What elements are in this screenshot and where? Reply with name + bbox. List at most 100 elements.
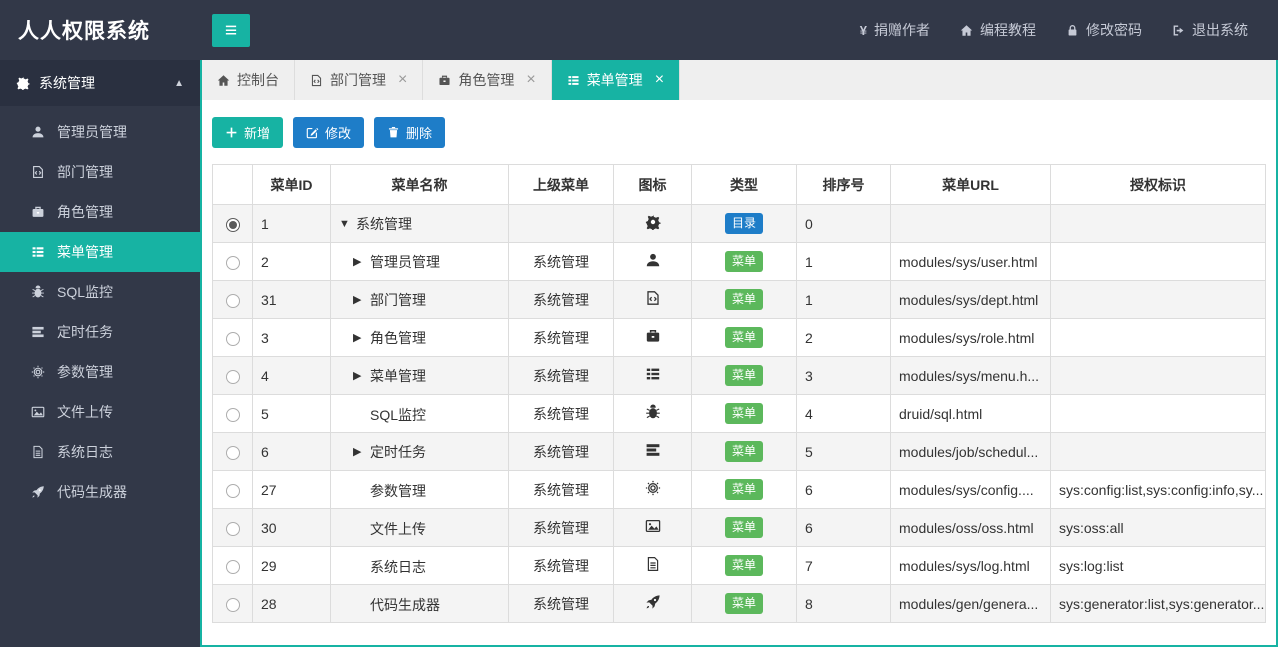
header-link-3[interactable]: 退出系统 — [1172, 20, 1248, 40]
cell-type: 菜单 — [691, 470, 797, 509]
cell-menu-name: ▶ 角色管理 — [330, 318, 509, 357]
header-link-label: 修改密码 — [1086, 22, 1142, 38]
cell-type: 菜单 — [691, 356, 797, 395]
sidebar-item-label: 管理员管理 — [57, 124, 127, 140]
cell-type: 菜单 — [691, 394, 797, 433]
cell-url: modules/sys/role.html — [890, 318, 1051, 357]
tasks-icon — [645, 442, 661, 458]
tree-expand-icon[interactable]: ▶ — [353, 255, 370, 268]
row-radio[interactable] — [225, 369, 240, 384]
sidebar-item-label: 角色管理 — [57, 204, 113, 220]
role-icon — [645, 328, 661, 344]
main-layout: 系统管理 ▲ 管理员管理 部门管理 角色管理 菜单管理 SQL监控 定时任务 参数管理 文件上… — [0, 60, 1278, 647]
cell-menu-name: 参数管理 — [330, 470, 509, 509]
row-radio[interactable] — [225, 597, 240, 612]
menu-name-text: 代码生成器 — [370, 597, 440, 613]
sidebar-item-0[interactable]: 管理员管理 — [0, 112, 200, 152]
menu-name-text: 系统管理 — [356, 215, 412, 232]
sidebar-item-7[interactable]: 文件上传 — [0, 392, 200, 432]
row-radio[interactable] — [225, 483, 240, 498]
tab-label: 菜单管理 — [586, 72, 643, 88]
table-row-6: 6 ▶ 定时任务 系统管理 菜单 5 modules/job/schedul... — [212, 432, 1266, 471]
row-radio[interactable] — [225, 331, 240, 346]
sidebar-item-3[interactable]: 菜单管理 — [0, 232, 200, 272]
delete-button[interactable]: 删除 — [374, 117, 446, 148]
tree-collapse-icon[interactable]: ▼ — [339, 218, 356, 230]
edit-button[interactable]: 修改 — [293, 117, 365, 148]
cell-menu-id: 2 — [252, 242, 331, 281]
row-radio[interactable] — [225, 217, 240, 232]
sidebar-item-6[interactable]: 参数管理 — [0, 352, 200, 392]
tab-bar: 控制台 部门管理 × 角色管理 × 菜单管理 × — [202, 60, 1276, 100]
cell-menu-name: 代码生成器 — [330, 584, 509, 623]
role-icon — [30, 205, 46, 219]
tree-expand-icon[interactable]: ▶ — [353, 331, 370, 344]
sidebar-item-2[interactable]: 角色管理 — [0, 192, 200, 232]
cell-parent-menu: 系统管理 — [508, 584, 614, 623]
home-icon — [960, 24, 973, 37]
tree-expand-icon[interactable]: ▶ — [353, 293, 370, 306]
cell-url: modules/oss/oss.html — [890, 508, 1051, 547]
cell-menu-id: 3 — [252, 318, 331, 357]
sidebar-group-system[interactable]: 系统管理 ▲ — [0, 60, 200, 106]
column-header-1[interactable]: 菜单ID — [252, 164, 331, 205]
menu-name-text: 文件上传 — [370, 521, 426, 537]
lock-icon — [1066, 24, 1079, 37]
column-header-6[interactable]: 排序号 — [796, 164, 891, 205]
sidebar-item-label: 菜单管理 — [57, 244, 113, 260]
sidebar-item-8[interactable]: 系统日志 — [0, 432, 200, 472]
add-button-label: 新增 — [244, 126, 271, 141]
column-header-5[interactable]: 类型 — [691, 164, 797, 205]
table-row-7: 27 参数管理 系统管理 菜单 6 modules/sys/config.... sys:c… — [212, 470, 1266, 509]
sidebar-item-9[interactable]: 代码生成器 — [0, 472, 200, 512]
header-link-label: 捐赠作者 — [874, 22, 930, 38]
cell-parent-menu: 系统管理 — [508, 432, 614, 471]
column-header-4[interactable]: 图标 — [613, 164, 692, 205]
sidebar-item-5[interactable]: 定时任务 — [0, 312, 200, 352]
header-link-1[interactable]: 编程教程 — [960, 20, 1036, 40]
sidebar: 系统管理 ▲ 管理员管理部门管理角色管理菜单管理 SQL监控 定时任务 参数管理 文件上… — [0, 60, 200, 647]
tab-item-2[interactable]: 角色管理 × — [423, 60, 552, 100]
close-icon[interactable]: × — [655, 72, 664, 88]
column-header-3[interactable]: 上级菜单 — [508, 164, 614, 205]
row-radio[interactable] — [225, 559, 240, 574]
cell-order: 8 — [796, 584, 891, 623]
sidebar-item-1[interactable]: 部门管理 — [0, 152, 200, 192]
tab-item-3[interactable]: 菜单管理 × — [551, 60, 681, 100]
cell-parent-menu: 系统管理 — [508, 280, 614, 319]
row-radio[interactable] — [225, 521, 240, 536]
close-icon[interactable]: × — [398, 72, 407, 88]
header-link-0[interactable]: ¥ 捐赠作者 — [860, 20, 930, 40]
row-radio[interactable] — [225, 407, 240, 422]
column-header-0[interactable] — [212, 164, 253, 205]
config-icon — [30, 365, 46, 379]
cell-perms — [1050, 394, 1266, 433]
tree-expand-icon[interactable]: ▶ — [353, 445, 370, 458]
user-icon — [30, 125, 46, 139]
upload-icon — [30, 405, 46, 419]
tab-item-1[interactable]: 部门管理 × — [295, 60, 424, 100]
table-body: 1 ▼ 系统管理 目录 0 2 ▶ 管理员管理 系统管理 菜单 1 modules/sys/user.… — [212, 204, 1266, 623]
sidebar-item-4[interactable]: SQL监控 — [0, 272, 200, 312]
cell-parent-menu: 系统管理 — [508, 508, 614, 547]
tree-expand-icon[interactable]: ▶ — [353, 369, 370, 382]
app-root: 人人权限系统 ≡ ¥ 捐赠作者 编程教程 修改密码 退出系统 系统管理 ▲ 管理员管理部… — [0, 0, 1278, 647]
cell-menu-id: 31 — [252, 280, 331, 319]
column-header-2[interactable]: 菜单名称 — [330, 164, 509, 205]
sidebar-group-label: 系统管理 — [39, 75, 95, 91]
menu-icon — [30, 245, 46, 259]
header-link-2[interactable]: 修改密码 — [1066, 20, 1142, 40]
tab-item-0[interactable]: 控制台 — [202, 60, 295, 100]
column-header-8[interactable]: 授权标识 — [1050, 164, 1266, 205]
sidebar-toggle-button[interactable]: ≡ — [212, 13, 250, 47]
column-header-7[interactable]: 菜单URL — [890, 164, 1051, 205]
row-radio[interactable] — [225, 293, 240, 308]
type-badge: 菜单 — [724, 365, 763, 386]
cell-parent-menu — [508, 204, 614, 243]
close-icon[interactable]: × — [526, 72, 535, 88]
row-radio[interactable] — [225, 255, 240, 270]
row-radio[interactable] — [225, 445, 240, 460]
add-button[interactable]: 新增 — [212, 117, 284, 148]
delete-button-label: 删除 — [406, 126, 433, 141]
user-icon — [645, 252, 661, 268]
